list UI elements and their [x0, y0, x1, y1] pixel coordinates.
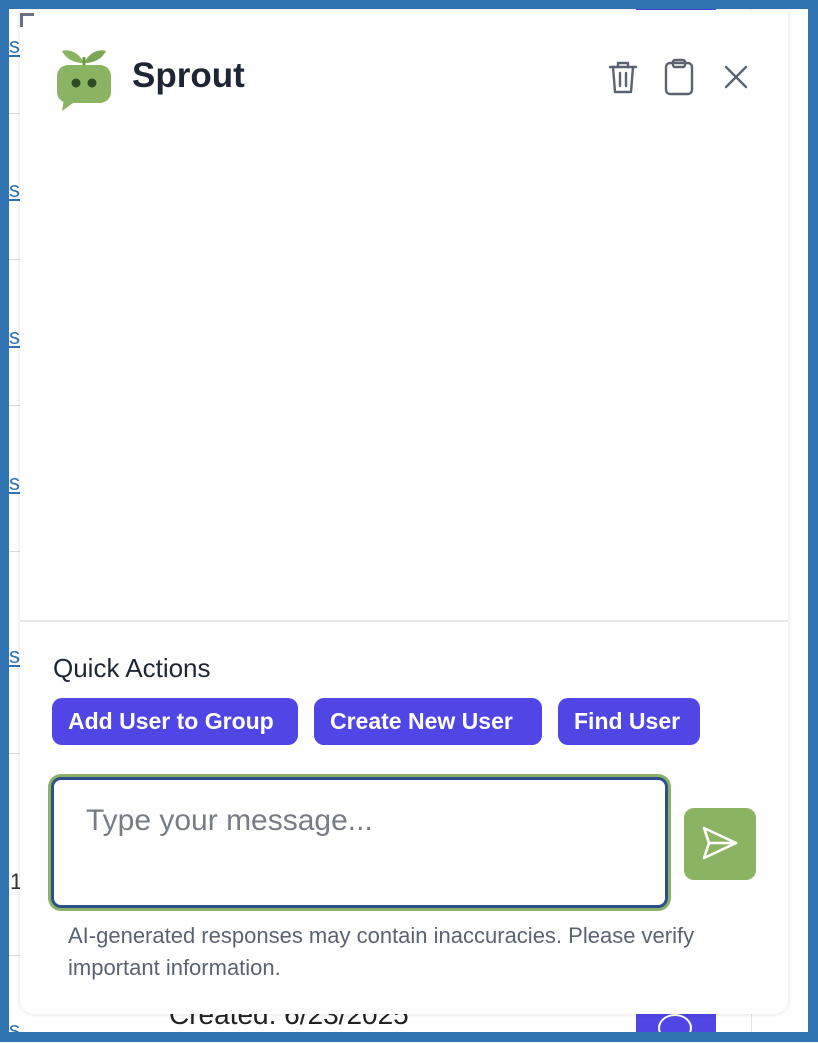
background-link[interactable]: s: [9, 324, 20, 350]
quick-actions-title: Quick Actions: [53, 653, 211, 683]
resize-handle-icon[interactable]: [20, 13, 34, 27]
trash-icon: [607, 59, 639, 98]
send-icon: [701, 825, 739, 864]
app-title: Sprout: [132, 56, 245, 95]
more-icon: [658, 1014, 692, 1042]
chat-panel: Sprout Quick Actions Add User to Group C…: [20, 10, 788, 1014]
send-button[interactable]: [684, 808, 756, 880]
sprout-logo-icon: [54, 45, 114, 111]
add-user-to-group-button[interactable]: Add User to Group: [52, 698, 298, 745]
background-link[interactable]: s: [9, 33, 20, 59]
create-new-user-button[interactable]: Create New User: [314, 698, 542, 745]
close-icon: [722, 63, 750, 94]
background-link[interactable]: s: [9, 643, 20, 669]
message-list[interactable]: [20, 142, 788, 620]
ai-disclaimer: AI-generated responses may contain inacc…: [68, 923, 695, 980]
close-button[interactable]: [718, 58, 754, 98]
background-link[interactable]: s: [9, 177, 20, 203]
clear-chat-button[interactable]: [605, 58, 641, 98]
background-link[interactable]: s: [9, 470, 20, 496]
find-user-button[interactable]: Find User: [558, 698, 700, 745]
clipboard-icon: [663, 58, 695, 99]
background-link[interactable]: s: [9, 1017, 20, 1043]
chat-header: Sprout: [20, 10, 788, 142]
section-divider: [20, 620, 788, 622]
message-input[interactable]: [51, 777, 668, 908]
copy-button[interactable]: [661, 58, 697, 98]
